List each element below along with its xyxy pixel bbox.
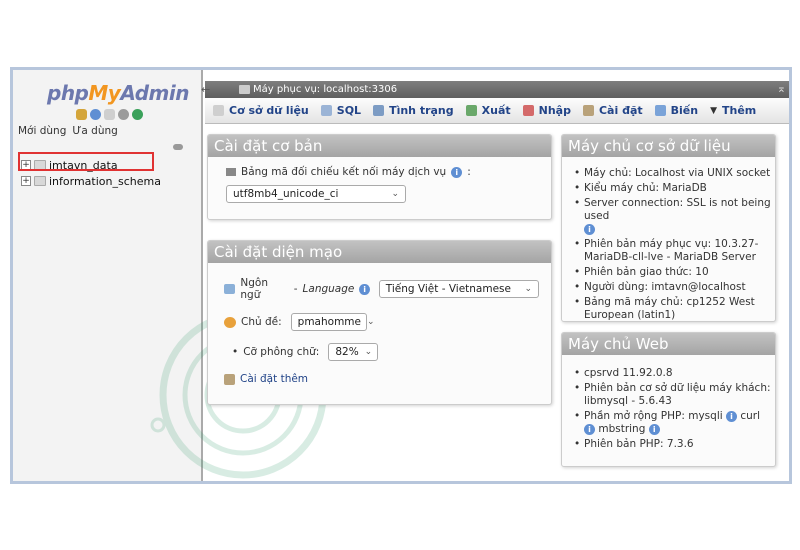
logo-my: My	[88, 81, 121, 105]
chevron-down-icon: ⌄	[364, 347, 373, 357]
database-icon	[213, 105, 224, 116]
db-name[interactable]: information_schema	[49, 175, 161, 188]
tab-recent[interactable]: Mới dùng	[18, 125, 66, 137]
font-size-select[interactable]: 82% ⌄	[328, 343, 379, 361]
panel-title: Cài đặt cơ bản	[208, 135, 551, 157]
status-icon	[373, 105, 385, 116]
expand-icon[interactable]: +	[21, 176, 31, 186]
info-icon[interactable]: i	[648, 424, 660, 435]
wrench-icon	[224, 373, 235, 385]
more-settings-link[interactable]: Cài đặt thêm	[240, 373, 308, 385]
tab-settings[interactable]: Cài đặt	[582, 104, 643, 117]
font-size-label: Cỡ phông chữ:	[243, 346, 320, 358]
language-icon	[224, 284, 236, 294]
web-server-version: cpsrvd 11.92.0.8	[566, 367, 773, 380]
collation-label: Bảng mã đối chiếu kết nối máy dịch vụ	[241, 166, 447, 178]
web-server-panel: Máy chủ Web cpsrvd 11.92.0.8 Phiên bản c…	[561, 332, 776, 467]
logout-icon[interactable]	[90, 109, 101, 120]
breadcrumb-bar: ← Máy phục vụ: localhost:3306 ⌅	[201, 81, 789, 98]
server-breadcrumb[interactable]: Máy phục vụ: localhost:3306	[253, 84, 397, 95]
language-label: Ngôn ngữ	[240, 277, 268, 301]
language-label-en: Language	[302, 283, 355, 295]
info-icon[interactable]: i	[359, 283, 370, 295]
tab-label: Cơ sở dữ liệu	[229, 104, 309, 117]
panel-title: Máy chủ cơ sở dữ liệu	[562, 135, 775, 157]
info-icon[interactable]: i	[451, 166, 463, 178]
back-arrow-icon[interactable]: ←	[201, 83, 211, 96]
highlight-box	[18, 152, 154, 171]
info-icon[interactable]: i	[584, 224, 595, 235]
import-icon	[522, 105, 534, 116]
db-user: Người dùng: imtavn@localhost	[566, 281, 773, 294]
tab-label: Nhập	[538, 104, 571, 117]
nav-icon-bar	[76, 109, 143, 120]
chevron-down-icon: ⌄	[391, 189, 399, 199]
chevron-down-icon: ⌄	[524, 284, 532, 294]
tab-label: Biến	[670, 104, 699, 117]
tab-more[interactable]: ▼ Thêm	[710, 104, 756, 117]
tab-label: SQL	[336, 104, 362, 117]
database-icon	[34, 176, 46, 186]
db-protocol-version: Phiên bản giao thức: 10	[566, 266, 773, 279]
tree-item-information-schema[interactable]: + information_schema	[20, 173, 161, 189]
theme-icon	[224, 316, 236, 328]
theme-label: Chủ đề:	[241, 316, 282, 328]
link-chain-icon[interactable]	[173, 144, 183, 150]
appearance-settings-panel: Cài đặt diện mạo Ngôn ngữ - Language i T…	[207, 240, 552, 405]
home-icon[interactable]	[76, 109, 87, 120]
language-select[interactable]: Tiếng Việt - Vietnamese ⌄	[378, 280, 539, 298]
tab-label: Xuất	[481, 104, 511, 117]
tab-label: Cài đặt	[598, 104, 643, 117]
database-server-panel: Máy chủ cơ sở dữ liệu Máy chủ: Localhost…	[561, 134, 776, 322]
db-server-ssl: Server connection: SSL is not being used…	[566, 197, 773, 236]
tab-import[interactable]: Nhập	[522, 104, 571, 117]
logo-php: php	[47, 81, 89, 105]
db-server-charset: Bảng mã máy chủ: cp1252 West European (l…	[566, 296, 773, 321]
tab-status[interactable]: Tình trạng	[373, 104, 454, 117]
logo-admin: Admin	[120, 81, 189, 105]
collation-icon	[226, 168, 236, 176]
general-settings-panel: Cài đặt cơ bản Bảng mã đối chiếu kết nối…	[207, 134, 552, 220]
db-server-host: Máy chủ: Localhost via UNIX socket	[566, 167, 773, 180]
triangle-down-icon: ▼	[710, 105, 718, 116]
panel-title: Cài đặt diện mạo	[208, 241, 551, 263]
tab-databases[interactable]: Cơ sở dữ liệu	[213, 104, 309, 117]
collation-select[interactable]: utf8mb4_unicode_ci ⌄	[226, 185, 406, 203]
settings-gear-icon[interactable]	[118, 109, 129, 120]
db-server-type: Kiểu máy chủ: MariaDB	[566, 182, 773, 195]
nav-tabs: Mới dùng Ưa dùng	[18, 125, 118, 137]
db-client-version: Phiên bản cơ sở dữ liệu máy khách: libmy…	[566, 382, 773, 408]
db-server-version: Phiên bản máy phục vụ: 10.3.27-MariaDB-c…	[566, 238, 773, 264]
tab-label: Tình trạng	[389, 104, 454, 117]
wrench-icon	[582, 105, 594, 116]
tab-sql[interactable]: SQL	[320, 104, 362, 117]
tab-favorites[interactable]: Ưa dùng	[72, 125, 117, 137]
info-icon[interactable]: i	[584, 424, 595, 435]
panel-title: Máy chủ Web	[562, 333, 775, 355]
sql-icon	[320, 105, 332, 116]
info-icon[interactable]: i	[726, 411, 737, 422]
main-menu: Cơ sở dữ liệu SQL Tình trạng Xuất Nhập C…	[205, 98, 789, 124]
collapse-icon[interactable]: ⌅	[777, 82, 786, 95]
variables-icon	[654, 105, 666, 116]
export-icon	[465, 105, 477, 116]
tab-export[interactable]: Xuất	[465, 104, 511, 117]
docs-icon[interactable]	[104, 109, 115, 120]
chevron-down-icon: ⌄	[366, 317, 375, 327]
theme-select[interactable]: pmahomme ⌄	[290, 313, 375, 331]
reload-icon[interactable]	[132, 109, 143, 120]
tab-variables[interactable]: Biến	[654, 104, 699, 117]
php-version: Phiên bản PHP: 7.3.6	[566, 438, 773, 451]
phpmyadmin-window: phpMyAdmin Mới dùng Ưa dùng + imtavn_dat…	[10, 67, 792, 484]
tab-label: Thêm	[722, 104, 757, 117]
php-extensions: Phần mở rộng PHP: mysqli i curl i mbstri…	[566, 410, 773, 436]
phpmyadmin-logo[interactable]: phpMyAdmin	[47, 81, 189, 105]
server-icon	[239, 85, 250, 94]
